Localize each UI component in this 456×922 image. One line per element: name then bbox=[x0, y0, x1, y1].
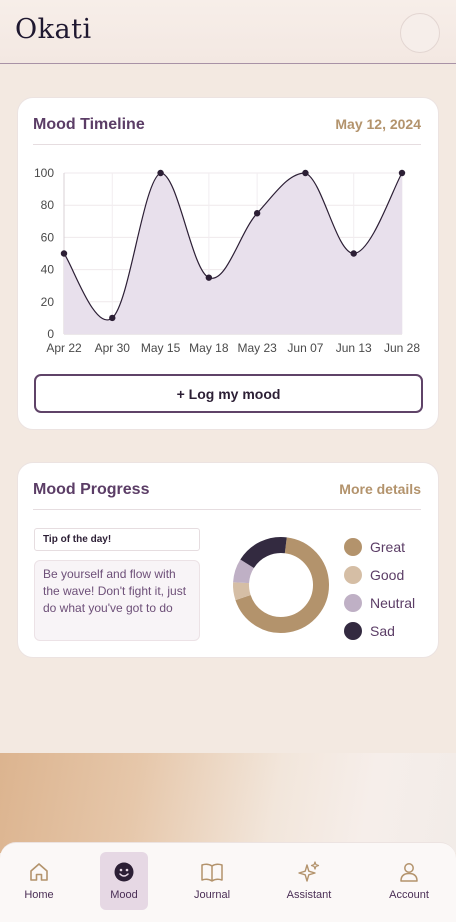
user-icon bbox=[400, 863, 418, 882]
app-header: Okati bbox=[0, 0, 456, 64]
donut-slice-good bbox=[233, 582, 251, 601]
tip-label: Tip of the day! bbox=[34, 528, 200, 551]
mood-progress-title: Mood Progress bbox=[33, 481, 150, 498]
legend-swatch-sad bbox=[344, 622, 362, 640]
x-tick-label: Jun 28 bbox=[384, 341, 420, 355]
mood-progress-card: Mood Progress More details Tip of the da… bbox=[17, 462, 439, 658]
y-tick-label: 80 bbox=[41, 198, 55, 212]
nav-item-home[interactable]: Home bbox=[9, 852, 69, 910]
legend-swatch-great bbox=[344, 538, 362, 556]
nav-label: Home bbox=[24, 889, 54, 901]
nav-item-journal[interactable]: Journal bbox=[182, 852, 242, 910]
y-tick-label: 20 bbox=[41, 295, 55, 309]
bottom-nav: Home Mood Journal Assistant Account bbox=[0, 842, 456, 922]
avatar[interactable] bbox=[400, 13, 440, 53]
more-details-link[interactable]: More details bbox=[339, 481, 421, 497]
legend-swatch-neutral bbox=[344, 594, 362, 612]
nav-label: Assistant bbox=[286, 889, 332, 901]
smile-icon bbox=[114, 862, 134, 882]
nav-item-assistant[interactable]: Assistant bbox=[279, 852, 339, 910]
home-icon bbox=[30, 863, 48, 881]
data-point bbox=[398, 169, 406, 177]
decorative-gradient-band bbox=[0, 753, 456, 853]
donut-slice-sad bbox=[240, 537, 287, 569]
x-tick-label: May 18 bbox=[189, 341, 229, 355]
legend-swatch-good bbox=[344, 566, 362, 584]
data-point bbox=[205, 274, 213, 281]
legend-item-neutral: Neutral bbox=[344, 589, 415, 617]
nav-item-account[interactable]: Account bbox=[379, 852, 439, 910]
x-tick-label: Apr 22 bbox=[46, 341, 82, 355]
divider bbox=[33, 509, 421, 510]
data-point bbox=[253, 210, 261, 217]
x-tick-label: May 23 bbox=[237, 341, 277, 355]
legend-label: Sad bbox=[370, 623, 395, 639]
donut-slice-neutral bbox=[233, 559, 255, 584]
mood-timeline-card: Mood Timeline May 12, 2024 0 20 40 60 80 100 A… bbox=[17, 97, 439, 430]
data-point bbox=[302, 169, 309, 177]
x-tick-label: Jun 07 bbox=[287, 341, 323, 355]
x-tick-label: Apr 30 bbox=[95, 341, 131, 355]
mood-donut-chart bbox=[233, 537, 329, 633]
mood-legend: Great Good Neutral Sad bbox=[344, 533, 415, 645]
nav-item-mood[interactable]: Mood bbox=[100, 852, 148, 910]
sparkle-icon bbox=[298, 861, 320, 882]
data-point bbox=[60, 250, 68, 257]
data-point bbox=[109, 314, 116, 322]
mood-timeline-chart: 0 20 40 60 80 100 Apr 22 Apr 30 May 15 May 18 May … bbox=[34, 166, 420, 355]
nav-label: Account bbox=[389, 889, 429, 901]
y-tick-label: 0 bbox=[47, 327, 54, 341]
book-icon bbox=[201, 863, 223, 882]
legend-item-good: Good bbox=[344, 561, 415, 589]
nav-label: Mood bbox=[110, 889, 138, 901]
x-tick-label: Jun 13 bbox=[336, 341, 372, 355]
app-logo[interactable]: Okati bbox=[15, 14, 92, 45]
legend-label: Good bbox=[370, 567, 405, 583]
legend-label: Neutral bbox=[370, 595, 416, 611]
nav-label: Journal bbox=[193, 889, 231, 901]
y-tick-label: 100 bbox=[34, 166, 54, 180]
legend-label: Great bbox=[370, 539, 406, 555]
data-point bbox=[350, 250, 357, 257]
legend-item-sad: Sad bbox=[344, 617, 415, 645]
data-point bbox=[157, 169, 164, 177]
x-tick-label: May 15 bbox=[141, 341, 181, 355]
tip-text: Be yourself and flow with the wave! Don'… bbox=[34, 560, 200, 641]
log-mood-button[interactable]: + Log my mood bbox=[34, 374, 423, 413]
legend-item-great: Great bbox=[344, 533, 415, 561]
y-tick-label: 60 bbox=[41, 230, 55, 244]
y-tick-label: 40 bbox=[41, 263, 55, 277]
